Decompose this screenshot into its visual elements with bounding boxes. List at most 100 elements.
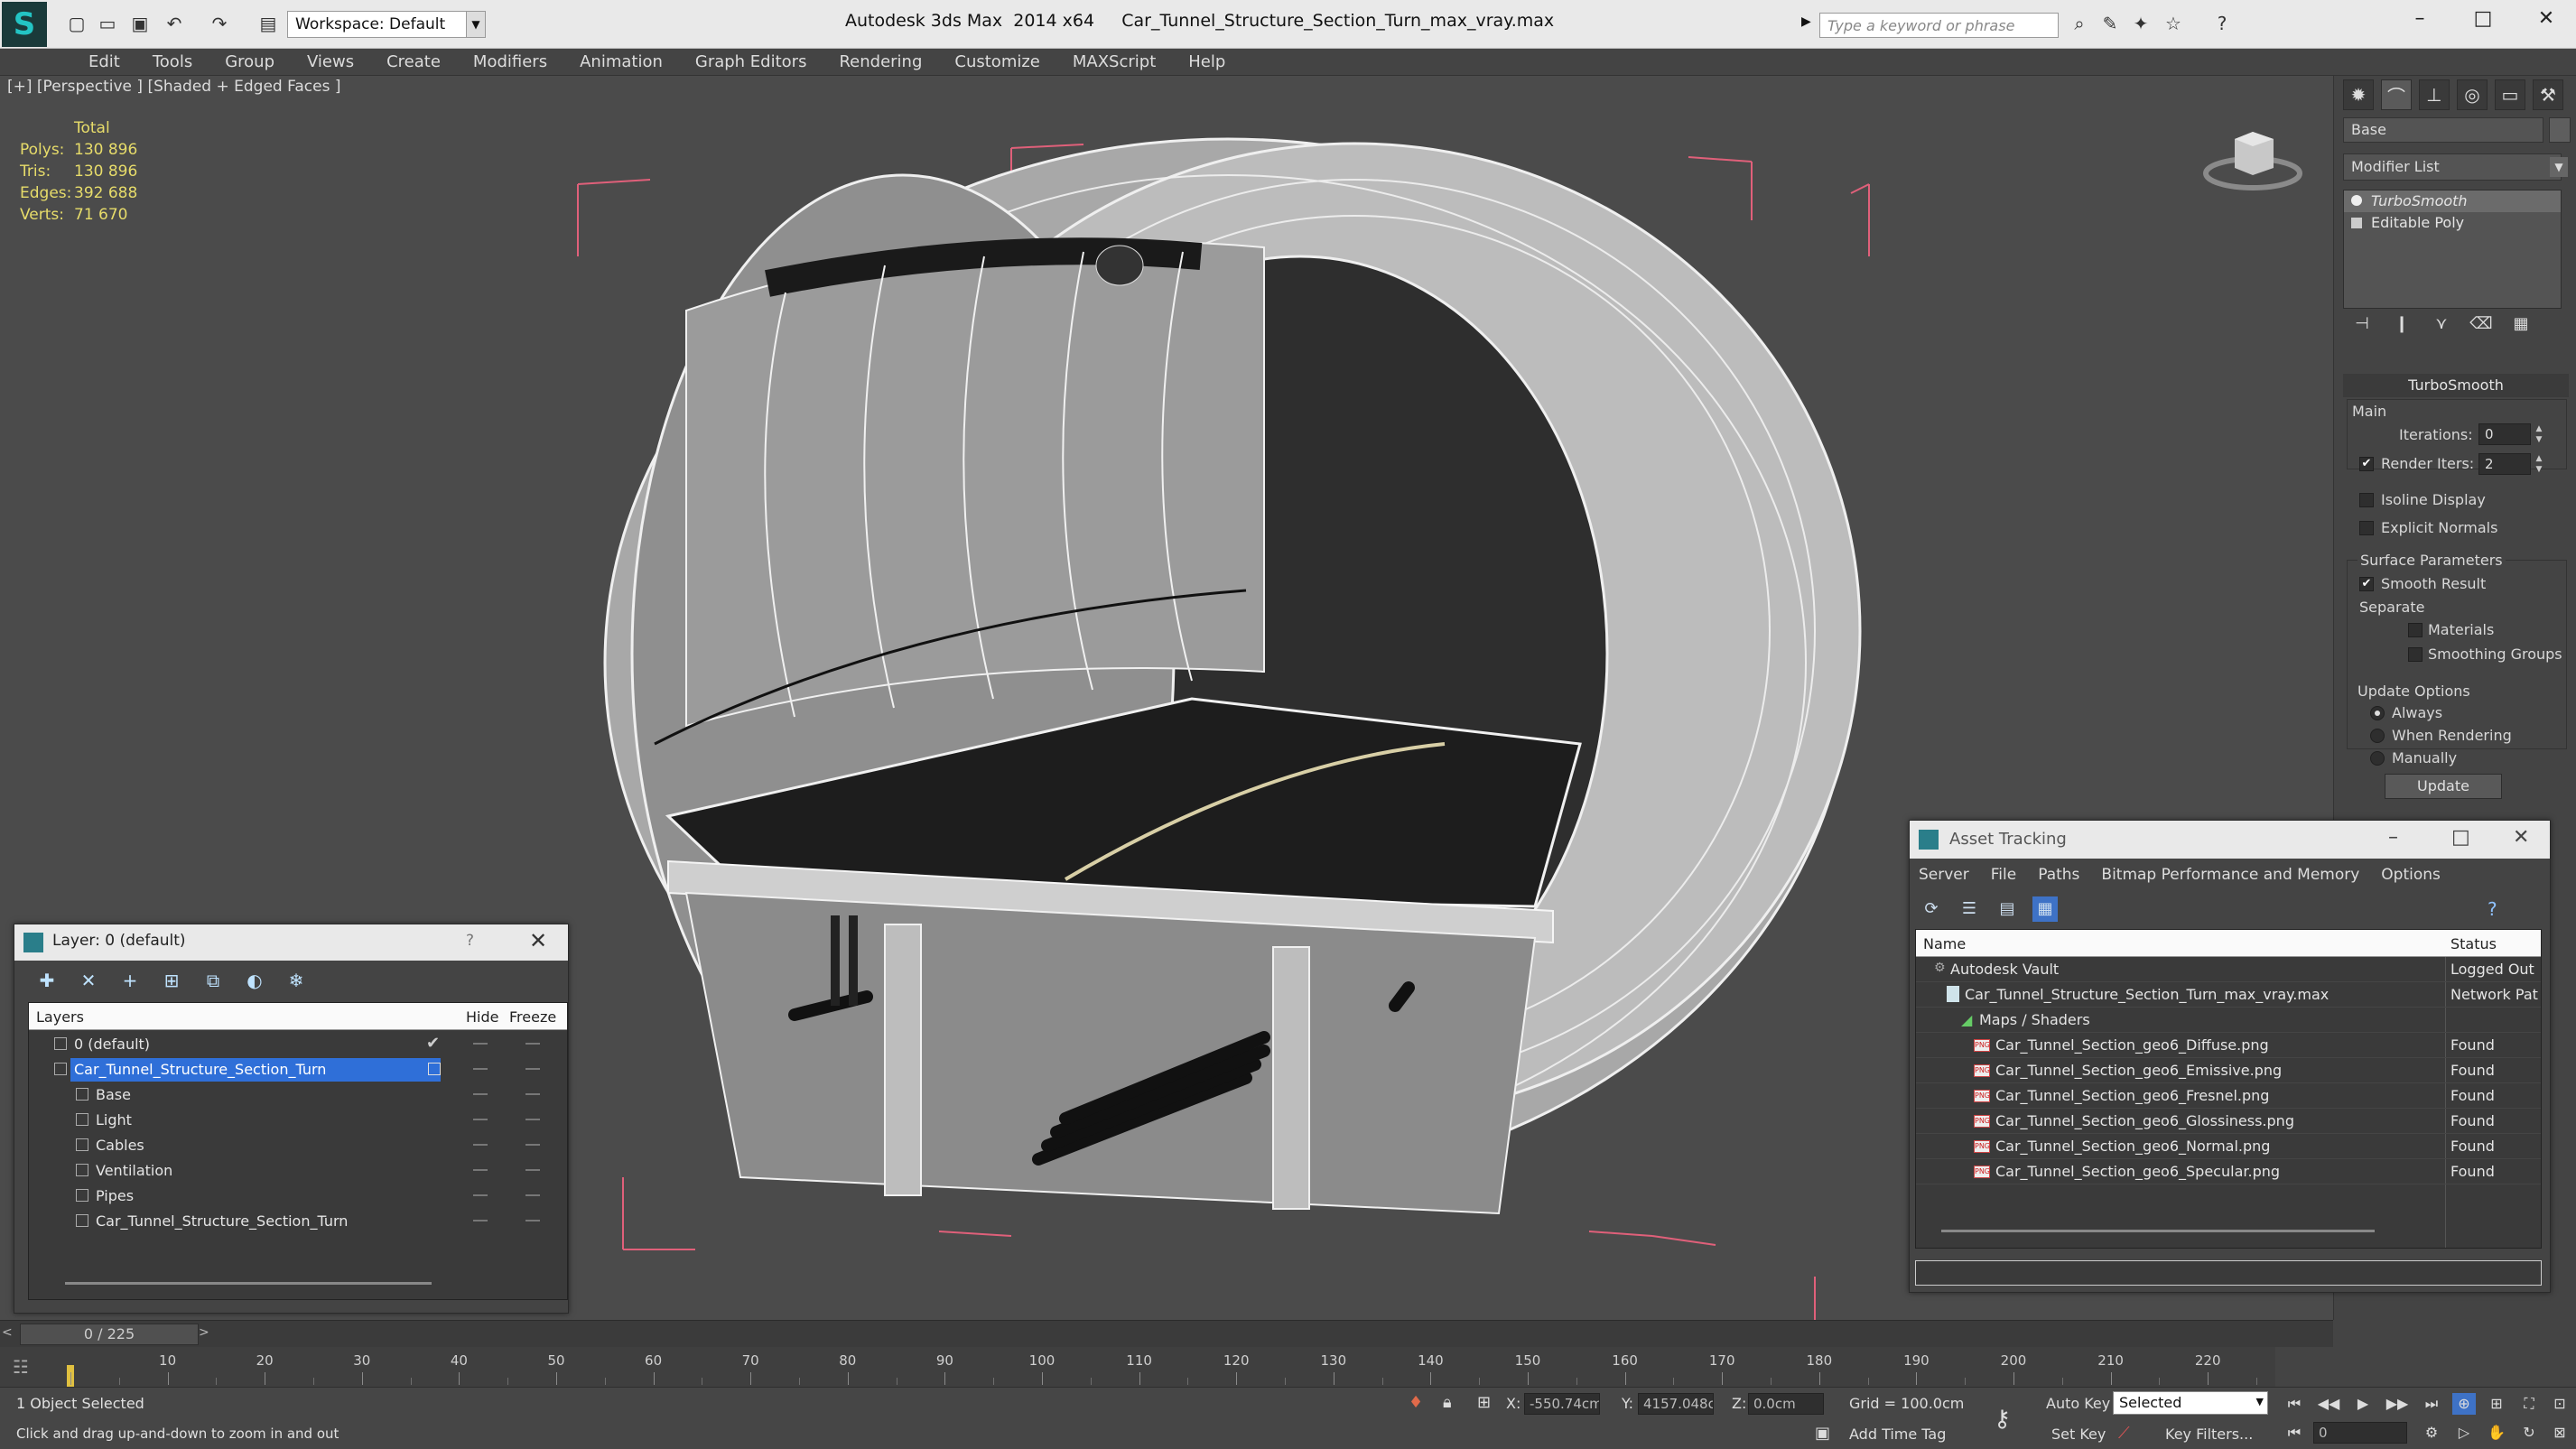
key-icon[interactable]: ⚷ bbox=[1994, 1406, 2011, 1433]
current-layer-check-icon[interactable]: ✔ bbox=[426, 1034, 440, 1053]
update-button[interactable]: Update bbox=[2385, 774, 2502, 799]
workspace-dropdown[interactable]: Workspace: Default bbox=[287, 11, 468, 38]
remove-modifier-icon[interactable]: ⌫ bbox=[2469, 314, 2493, 338]
spinner-arrows-icon[interactable]: ▲ ▼ bbox=[2533, 453, 2545, 475]
next-key-icon[interactable]: ▶▶ bbox=[2385, 1393, 2409, 1415]
next-frame-button[interactable]: > bbox=[199, 1325, 209, 1340]
freeze-toggle[interactable] bbox=[525, 1144, 540, 1146]
table-view-icon[interactable]: ▦ bbox=[2032, 896, 2058, 922]
layer-row[interactable]: Light bbox=[29, 1108, 567, 1133]
create-tab-icon[interactable]: ✹ bbox=[2343, 79, 2374, 110]
make-unique-icon[interactable]: ⋎ bbox=[2430, 314, 2453, 338]
layer-row[interactable]: Base bbox=[29, 1082, 567, 1108]
menu-graph-editors[interactable]: Graph Editors bbox=[679, 52, 823, 72]
maximize-viewport-icon[interactable]: ⊡ bbox=[2548, 1393, 2571, 1415]
asset-row[interactable]: ◢ Maps / Shaders bbox=[1916, 1008, 2541, 1033]
freeze-toggle[interactable] bbox=[525, 1119, 540, 1120]
key-mode-toggle-icon[interactable]: ⏮ bbox=[2283, 1422, 2306, 1444]
utilities-tab-icon[interactable]: ⚒ bbox=[2533, 79, 2563, 110]
horizontal-scrollbar[interactable] bbox=[65, 1282, 432, 1285]
menu-edit[interactable]: Edit bbox=[72, 52, 136, 72]
play-icon[interactable]: ▶ bbox=[2351, 1393, 2375, 1415]
zoom-all-icon[interactable]: ⊞ bbox=[2485, 1393, 2508, 1415]
hide-toggle[interactable] bbox=[473, 1068, 488, 1070]
configure-modifier-sets-icon[interactable]: ▦ bbox=[2509, 314, 2533, 338]
render-iters-checkbox[interactable]: ✔ bbox=[2359, 457, 2374, 471]
help-icon[interactable]: ? bbox=[2210, 13, 2234, 34]
hide-toggle[interactable] bbox=[473, 1144, 488, 1146]
menu-modifiers[interactable]: Modifiers bbox=[457, 52, 563, 72]
create-layer-icon[interactable]: ✚ bbox=[33, 970, 61, 993]
modify-tab-icon[interactable]: ⌒ bbox=[2381, 79, 2412, 110]
freeze-toggle[interactable] bbox=[525, 1194, 540, 1196]
layer-row[interactable]: 0 (default) ✔ bbox=[29, 1032, 567, 1057]
orbit-icon[interactable]: ↻ bbox=[2517, 1422, 2541, 1444]
menu-server[interactable]: Server bbox=[1919, 866, 1969, 884]
maximize-button[interactable]: □ bbox=[2465, 7, 2501, 30]
favorites-star-icon[interactable]: ☆ bbox=[2162, 13, 2185, 34]
frame-ruler[interactable]: 10 20 30 40 50 60 70 80 90 100 110 120 130 140 150 160 1… bbox=[61, 1347, 2264, 1387]
layer-row[interactable]: Pipes bbox=[29, 1184, 567, 1209]
menu-views[interactable]: Views bbox=[291, 52, 370, 72]
auto-key-button[interactable]: Auto Key bbox=[2046, 1395, 2110, 1412]
hide-toggle[interactable] bbox=[473, 1043, 488, 1045]
layer-row[interactable]: Car_Tunnel_Structure_Section_Turn bbox=[29, 1057, 567, 1082]
help-icon[interactable]: ? bbox=[2488, 898, 2497, 920]
asset-dialog-titlebar[interactable]: Asset Tracking – □ ✕ bbox=[1910, 821, 2550, 859]
menu-file[interactable]: File bbox=[1991, 866, 2016, 884]
close-button[interactable]: ✕ bbox=[2513, 826, 2529, 849]
help-button[interactable]: ? bbox=[466, 932, 474, 950]
chevron-down-icon[interactable]: ▼ bbox=[466, 11, 486, 38]
hide-toggle[interactable] bbox=[473, 1093, 488, 1095]
y-coordinate-field[interactable]: 4157.048c bbox=[1638, 1393, 1714, 1415]
open-file-icon[interactable]: ▭ bbox=[96, 13, 119, 34]
viewcube-icon[interactable] bbox=[2203, 121, 2302, 193]
asset-row[interactable]: PNG Car_Tunnel_Section_geo6_Emissive.png… bbox=[1916, 1058, 2541, 1083]
iterations-spinner[interactable]: 0 bbox=[2478, 423, 2531, 445]
freeze-toggle[interactable] bbox=[525, 1220, 540, 1221]
x-coordinate-field[interactable]: -550.74cm bbox=[1524, 1393, 1600, 1415]
key-filters-button[interactable]: Key Filters... bbox=[2165, 1426, 2253, 1443]
hide-toggle[interactable] bbox=[473, 1119, 488, 1120]
zoom-extents-icon[interactable]: ⛶ bbox=[2517, 1393, 2541, 1415]
col-hide[interactable]: Hide bbox=[466, 1008, 498, 1026]
add-to-layer-icon[interactable]: + bbox=[116, 970, 144, 993]
play-arrow-icon[interactable]: ▶ bbox=[1801, 14, 1811, 29]
thumbnail-view-icon[interactable]: ▤ bbox=[1995, 896, 2020, 922]
minimize-button[interactable]: – bbox=[2402, 7, 2438, 30]
modifier-list-dropdown[interactable]: Modifier List ▼ bbox=[2343, 153, 2568, 181]
z-coordinate-field[interactable]: 0.0cm bbox=[1748, 1393, 1824, 1415]
motion-tab-icon[interactable]: ◎ bbox=[2457, 79, 2488, 110]
stack-item-editable-poly[interactable]: Editable Poly bbox=[2344, 212, 2561, 234]
mini-curve-editor-icon[interactable]: ☷ bbox=[13, 1356, 42, 1378]
time-slider[interactable]: < 0 / 225 > bbox=[0, 1320, 2333, 1347]
go-to-end-icon[interactable]: ⏭ bbox=[2420, 1393, 2443, 1415]
explicit-normals-checkbox[interactable] bbox=[2359, 521, 2374, 535]
menu-bitmap-performance[interactable]: Bitmap Performance and Memory bbox=[2101, 866, 2359, 884]
exchange-icon[interactable]: ✦ bbox=[2129, 13, 2153, 34]
freeze-toggle[interactable] bbox=[525, 1068, 540, 1070]
layer-row[interactable]: Cables bbox=[29, 1133, 567, 1158]
freeze-all-icon[interactable]: ❄ bbox=[282, 970, 311, 993]
menu-options[interactable]: Options bbox=[2381, 866, 2441, 884]
lightbulb-icon[interactable] bbox=[2351, 195, 2362, 206]
communication-icon[interactable]: ✎ bbox=[2098, 13, 2122, 34]
select-objects-icon[interactable]: ⊞ bbox=[157, 970, 186, 993]
hide-toggle[interactable] bbox=[473, 1220, 488, 1221]
menu-rendering[interactable]: Rendering bbox=[823, 52, 938, 72]
close-button[interactable]: ✕ bbox=[2528, 7, 2564, 30]
isolate-selection-icon[interactable]: ♦ bbox=[1409, 1393, 1423, 1412]
layer-row[interactable]: Car_Tunnel_Structure_Section_Turn bbox=[29, 1209, 567, 1234]
layer-row[interactable]: Ventilation bbox=[29, 1158, 567, 1184]
asset-row[interactable]: PNG Car_Tunnel_Section_geo6_Normal.png F… bbox=[1916, 1134, 2541, 1159]
asset-row[interactable]: PNG Car_Tunnel_Section_geo6_Specular.png… bbox=[1916, 1159, 2541, 1184]
viewport-label[interactable]: [+] [Perspective ] [Shaded + Edged Faces… bbox=[7, 78, 340, 96]
render-iters-spinner[interactable]: 2 bbox=[2478, 453, 2531, 475]
key-filter-icon[interactable]: ⟋ bbox=[2118, 1424, 2130, 1443]
col-layers[interactable]: Layers bbox=[36, 1008, 84, 1026]
current-layer-box-icon[interactable] bbox=[428, 1063, 441, 1075]
col-name[interactable]: Name bbox=[1923, 935, 1966, 952]
horizontal-scrollbar[interactable] bbox=[1941, 1230, 2375, 1232]
new-file-icon[interactable]: ▢ bbox=[65, 13, 88, 34]
when-rendering-radio[interactable] bbox=[2370, 729, 2385, 743]
